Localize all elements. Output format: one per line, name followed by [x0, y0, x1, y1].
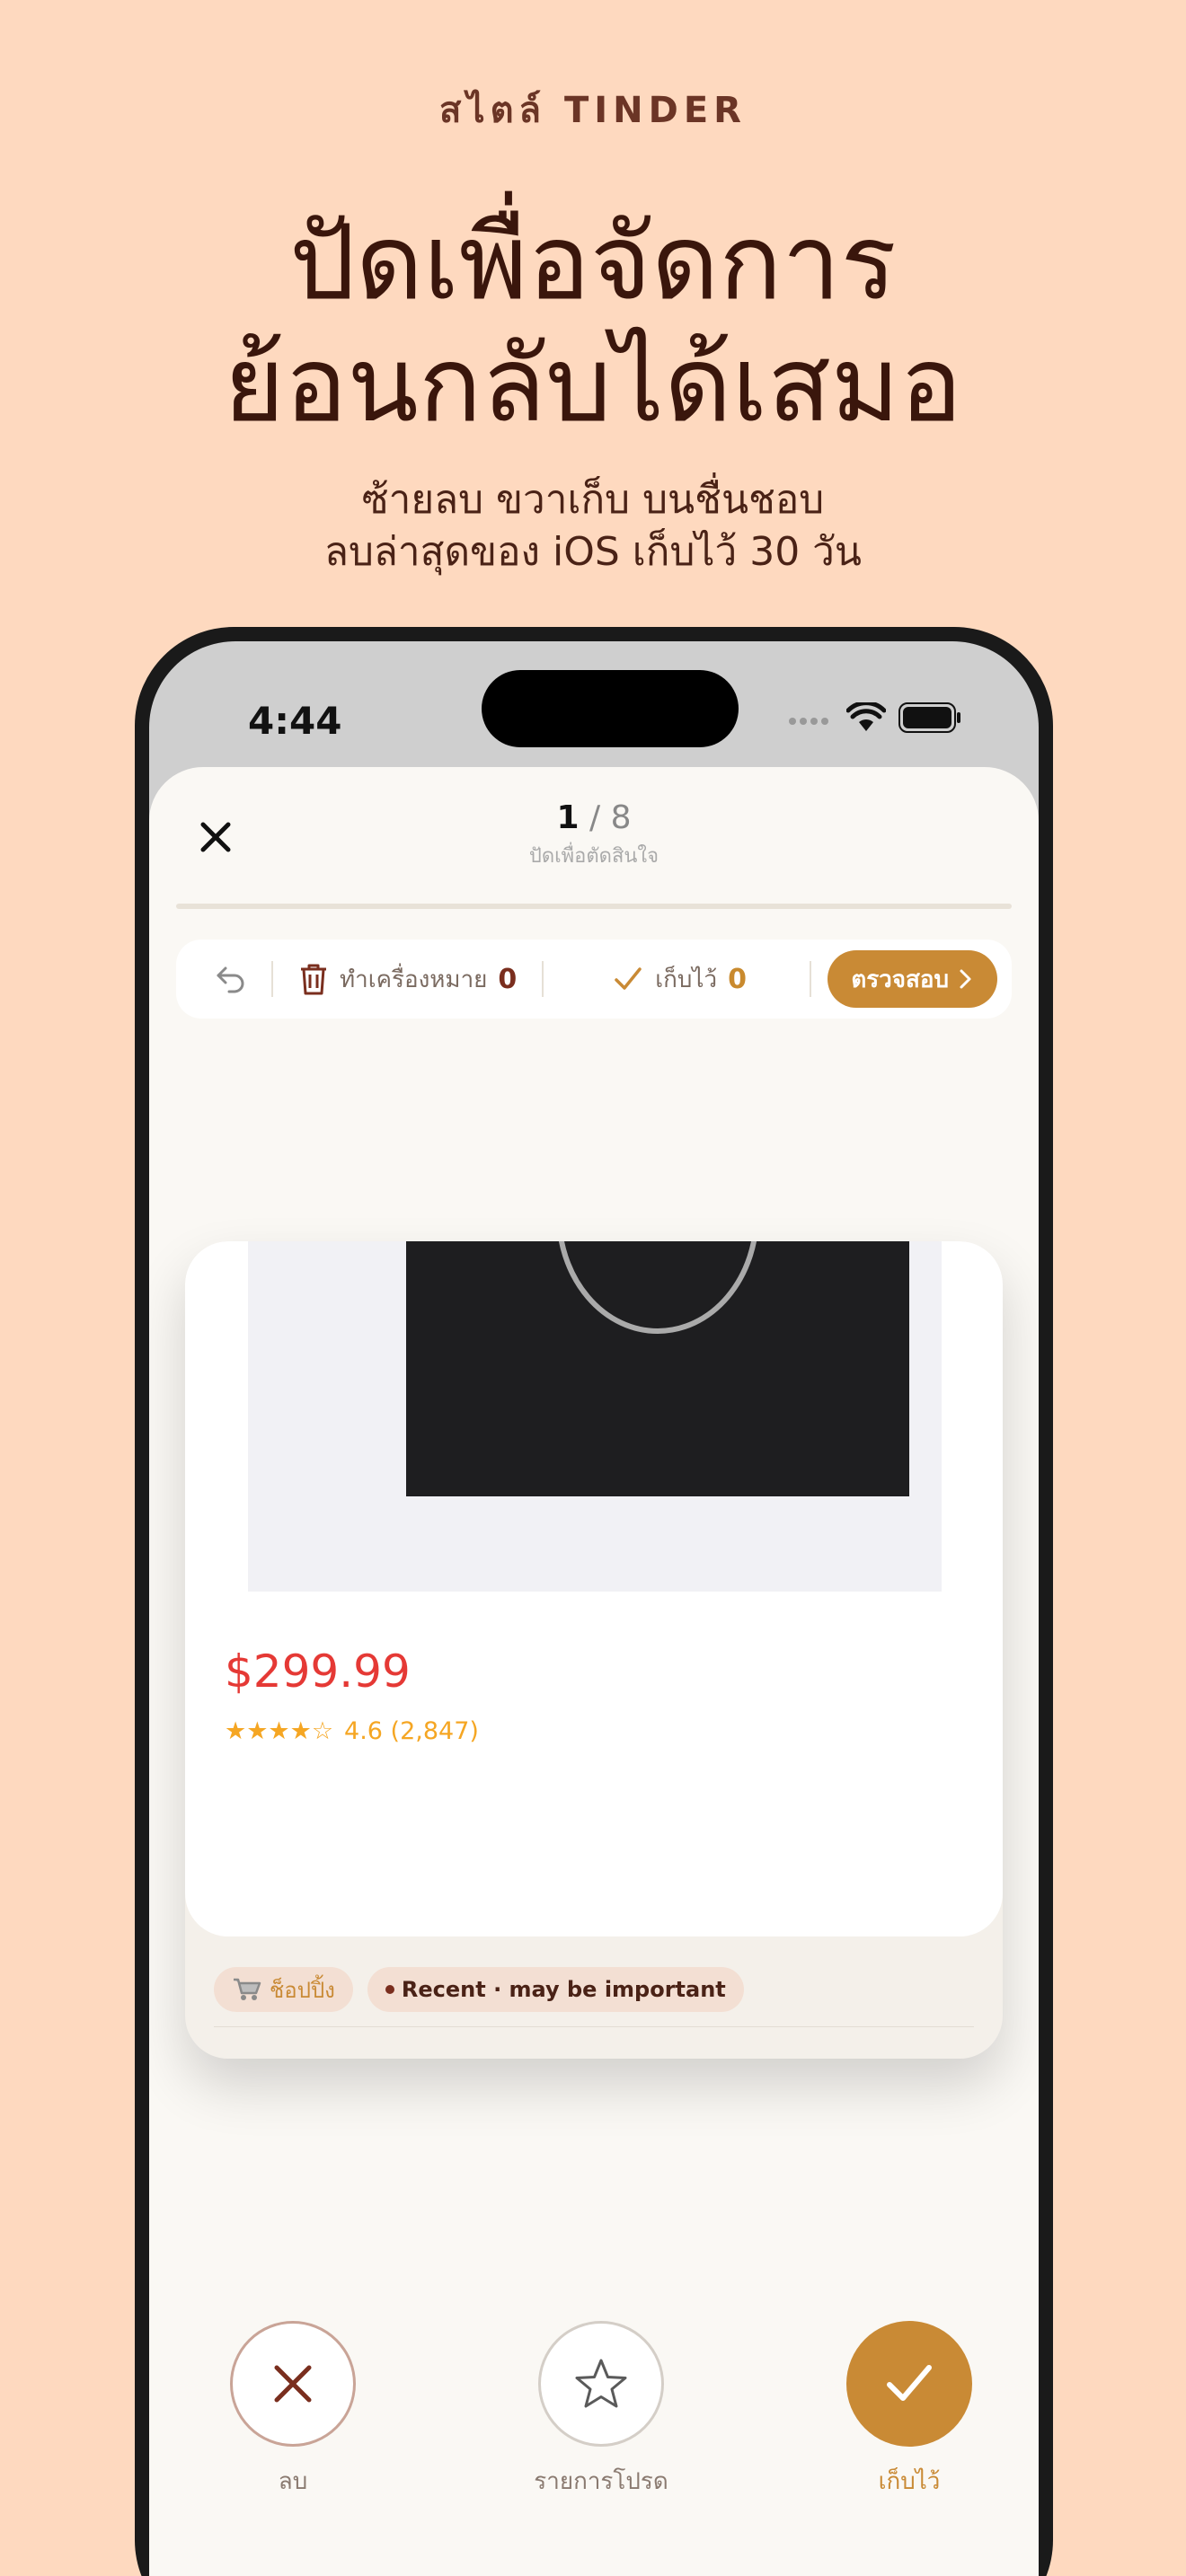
phone-frame: 4:44 1 / 8 ปัดเพื่อตัดสินใจ ทำเครื่องหมา…: [135, 627, 1053, 2576]
rating-stars-icon: ★★★★☆: [225, 1717, 334, 1745]
kept-counter: เก็บไว้ 0: [544, 961, 772, 998]
keep-action: เก็บไว้: [810, 2321, 1008, 2500]
kept-count: 0: [728, 963, 747, 995]
battery-icon: [898, 702, 960, 733]
chevron-right-icon: [960, 969, 971, 989]
cart-icon: [234, 1978, 261, 2000]
delete-x-icon: [274, 2365, 312, 2403]
signal-icon: [789, 718, 828, 725]
review-label: ตรวจสอบ: [851, 966, 949, 993]
favorites-button[interactable]: [538, 2321, 664, 2447]
phone-screen: 4:44 1 / 8 ปัดเพื่อตัดสินใจ ทำเครื่องหมา…: [149, 641, 1039, 2576]
marked-count: 0: [498, 963, 518, 995]
progress-track: [176, 904, 1012, 909]
product-price: $299.99: [225, 1645, 411, 1698]
recent-dot-icon: [385, 1985, 394, 1994]
progress-count: 1 / 8: [149, 799, 1039, 836]
delete-action: ลบ: [194, 2321, 392, 2500]
status-time: 4:44: [248, 699, 342, 743]
keep-button[interactable]: [846, 2321, 972, 2447]
progress-total: / 8: [589, 799, 632, 836]
subhead-line-2: ลบล่าสุดของ iOS เก็บไว้ 30 วัน: [324, 529, 862, 575]
kept-label: เก็บไว้: [655, 966, 718, 993]
tag-shopping-label: ช็อปปิ้ง: [270, 1977, 335, 2003]
star-icon: [575, 2359, 627, 2408]
marked-counter: ทำเครื่องหมาย 0: [273, 961, 542, 998]
marketing-headline: ปัดเพื่อจัดการ ย้อนกลับได้เสมอ: [0, 202, 1186, 446]
marketing-subhead: ซ้ายลบ ขวาเก็บ บนชื่นชอบ ลบล่าสุดของ iOS…: [0, 474, 1186, 578]
delete-button[interactable]: [230, 2321, 356, 2447]
wifi-icon: [846, 702, 886, 731]
card-content: $299.99 ★★★★☆ 4.6 (2,847): [185, 1241, 1003, 1936]
tag-shopping: ช็อปปิ้ง: [214, 1967, 353, 2012]
card-divider: [214, 2026, 974, 2027]
product-image: [248, 1241, 942, 1592]
progress-current: 1: [556, 799, 580, 836]
progress-label: 1 / 8 ปัดเพื่อตัดสินใจ: [149, 799, 1039, 871]
product-rating: ★★★★☆ 4.6 (2,847): [225, 1717, 479, 1745]
subhead-line-1: ซ้ายลบ ขวาเก็บ บนชื่นชอบ: [361, 477, 825, 523]
card-tags: ช็อปปิ้ง Recent · may be important: [214, 1967, 744, 2012]
keep-check-icon: [887, 2365, 932, 2401]
headline-line-1: ปัดเพื่อจัดการ: [289, 202, 897, 323]
favorites-label: รายการโปรด: [534, 2468, 668, 2495]
product-image-screen: [406, 1241, 909, 1496]
review-button[interactable]: ตรวจสอบ: [828, 950, 997, 1008]
swipe-sheet: 1 / 8 ปัดเพื่อตัดสินใจ ทำเครื่องหมาย 0 เ…: [149, 767, 1039, 2576]
swipe-card[interactable]: $299.99 ★★★★☆ 4.6 (2,847) ช็อปปิ้ง Recen…: [185, 1241, 1003, 2059]
tag-recent: Recent · may be important: [367, 1967, 744, 2012]
rating-text: 4.6 (2,847): [344, 1717, 479, 1745]
keep-label: เก็บไว้: [878, 2468, 941, 2495]
favorites-action: รายการโปรด: [502, 2321, 700, 2500]
marked-label: ทำเครื่องหมาย: [340, 966, 488, 993]
headline-line-2: ย้อนกลับได้เสมอ: [223, 324, 963, 446]
progress-hint: ปัดเพื่อตัดสินใจ: [528, 845, 659, 868]
dynamic-island: [482, 670, 739, 747]
tag-recent-label: Recent · may be important: [401, 1977, 726, 2002]
action-toolbar: ทำเครื่องหมาย 0 เก็บไว้ 0 ตรวจสอบ: [176, 940, 1012, 1019]
status-icons: [787, 702, 961, 733]
undo-button[interactable]: [190, 961, 271, 997]
toolbar-divider: [810, 961, 812, 997]
check-icon: [615, 967, 642, 990]
trash-icon: [301, 964, 326, 995]
product-image-arc: [558, 1241, 757, 1334]
marketing-eyebrow: สไตล์ TINDER: [439, 90, 747, 131]
delete-label: ลบ: [278, 2468, 308, 2495]
undo-icon: [217, 966, 244, 993]
